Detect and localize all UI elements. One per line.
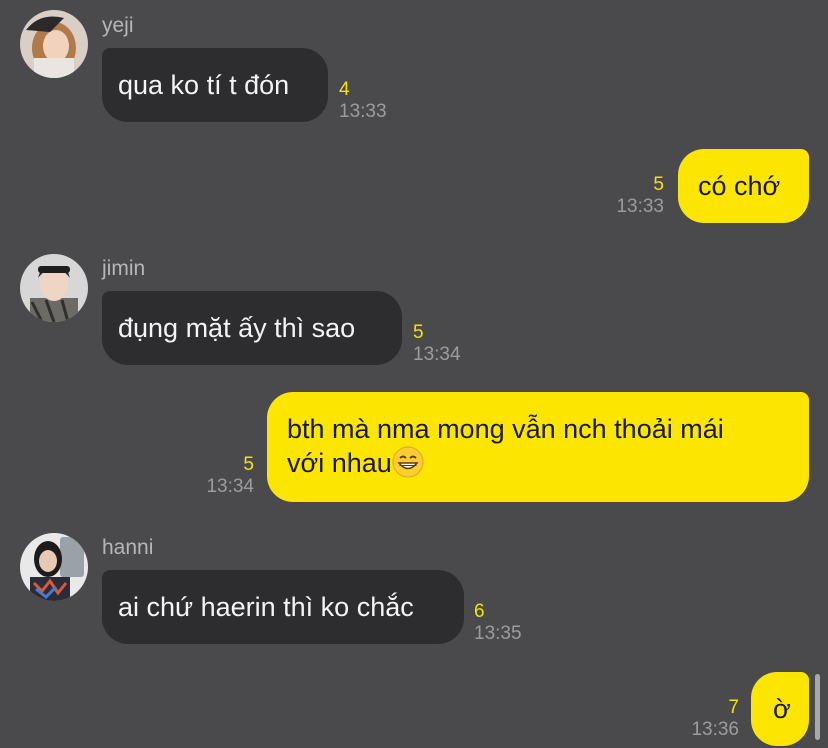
avatar-jimin-icon — [20, 254, 88, 322]
message-meta: 5 13:33 — [600, 174, 664, 218]
message-text-line-1: bth mà nma mong vẫn nch thoải mái — [287, 414, 724, 444]
timestamp: 13:33 — [616, 196, 664, 217]
sender-name-jimin: jimin — [102, 257, 146, 280]
avatar-yeji[interactable] — [20, 10, 88, 78]
timestamp: 13:33 — [339, 101, 387, 122]
message-text: có chớ — [698, 171, 781, 201]
timestamp: 13:34 — [206, 476, 254, 497]
message-bubble-incoming[interactable]: qua ko tí t đón — [102, 48, 328, 122]
timestamp: 13:36 — [691, 719, 739, 740]
avatar-hanni[interactable] — [20, 533, 88, 601]
message-text: đụng mặt ấy thì sao — [118, 313, 356, 343]
message-bubble-incoming[interactable]: đụng mặt ấy thì sao — [102, 291, 402, 365]
avatar-yeji-icon — [20, 10, 88, 78]
message-text: ờ — [773, 694, 791, 724]
message-meta: 4 13:33 — [339, 79, 387, 123]
message-bubble-outgoing[interactable]: có chớ — [678, 149, 809, 223]
message-meta: 6 13:35 — [474, 601, 522, 645]
message-meta: 7 13:36 — [675, 697, 739, 741]
message-text: qua ko tí t đón — [118, 70, 290, 100]
unread-count: 5 — [243, 454, 254, 475]
message-text-line-2: với nhau — [287, 446, 809, 486]
message-bubble-outgoing[interactable]: ờ — [751, 672, 809, 746]
avatar-jimin[interactable] — [20, 254, 88, 322]
grinning-face-with-smiling-eyes-icon — [392, 446, 424, 486]
unread-count: 5 — [653, 174, 664, 195]
message-meta: 5 13:34 — [190, 454, 254, 498]
timestamp: 13:35 — [474, 623, 522, 644]
scrollbar-thumb[interactable] — [815, 674, 820, 740]
sender-name-yeji: yeji — [102, 14, 134, 37]
message-text: với nhau — [287, 448, 392, 478]
message-meta: 5 13:34 — [413, 322, 461, 366]
timestamp: 13:34 — [413, 344, 461, 365]
unread-count: 5 — [413, 322, 424, 343]
unread-count: 7 — [728, 697, 739, 718]
message-bubble-outgoing[interactable]: bth mà nma mong vẫn nch thoải mái với nh… — [267, 392, 809, 502]
unread-count: 6 — [474, 601, 485, 622]
unread-count: 4 — [339, 79, 350, 100]
sender-name-hanni: hanni — [102, 536, 154, 559]
message-bubble-incoming[interactable]: ai chứ haerin thì ko chắc — [102, 570, 464, 644]
message-text: ai chứ haerin thì ko chắc — [118, 592, 414, 622]
avatar-hanni-icon — [20, 533, 88, 601]
